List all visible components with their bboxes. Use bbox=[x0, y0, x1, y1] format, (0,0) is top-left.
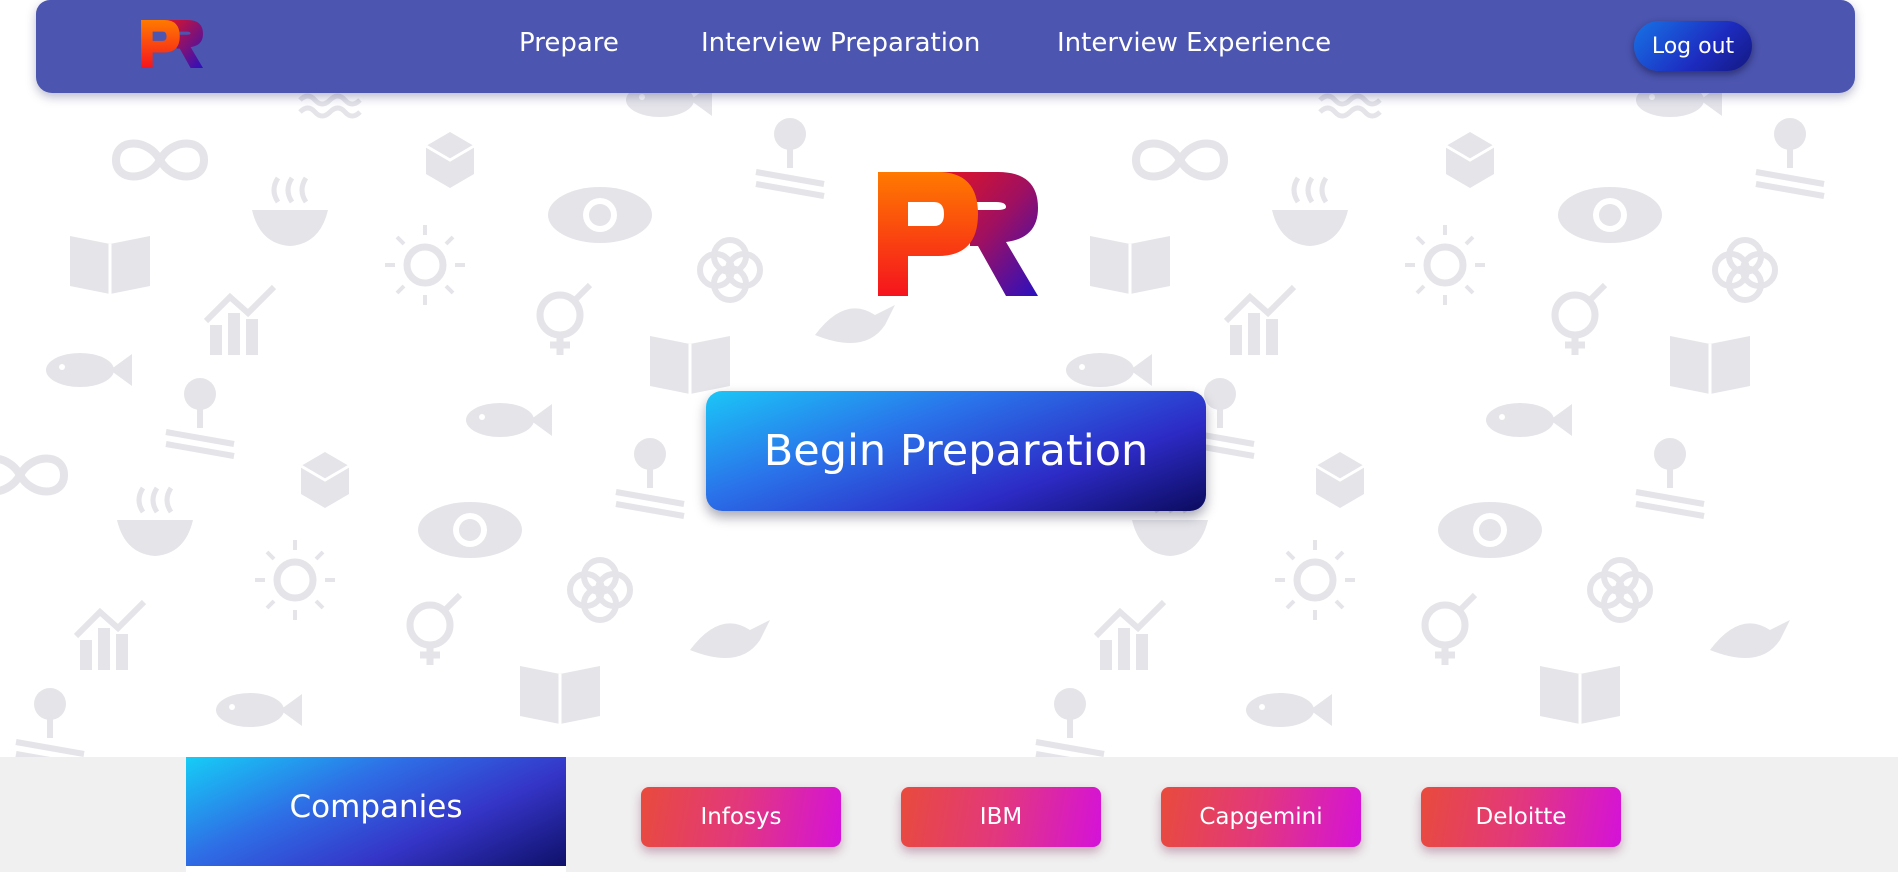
nav-link-interview-experience[interactable]: Interview Experience bbox=[1057, 28, 1331, 58]
companies-title: Companies bbox=[289, 789, 463, 825]
company-button-ibm[interactable]: IBM bbox=[901, 787, 1101, 847]
companies-header: Companies bbox=[186, 757, 566, 872]
top-navbar: Prepare Interview Preparation Interview … bbox=[36, 0, 1855, 93]
company-button-capgemini[interactable]: Capgemini bbox=[1161, 787, 1361, 847]
company-button-deloitte[interactable]: Deloitte bbox=[1421, 787, 1621, 847]
pr-logo-icon bbox=[878, 170, 1038, 298]
nav-link-prepare[interactable]: Prepare bbox=[519, 28, 619, 58]
nav-link-interview-preparation[interactable]: Interview Preparation bbox=[701, 28, 980, 58]
nav-links: Prepare Interview Preparation Interview … bbox=[36, 0, 1855, 93]
company-button-infosys[interactable]: Infosys bbox=[641, 787, 841, 847]
companies-underline bbox=[186, 866, 566, 872]
begin-preparation-button[interactable]: Begin Preparation bbox=[706, 391, 1206, 511]
sdg-pattern-background bbox=[0, 0, 1898, 757]
logout-button[interactable]: Log out bbox=[1634, 21, 1752, 71]
